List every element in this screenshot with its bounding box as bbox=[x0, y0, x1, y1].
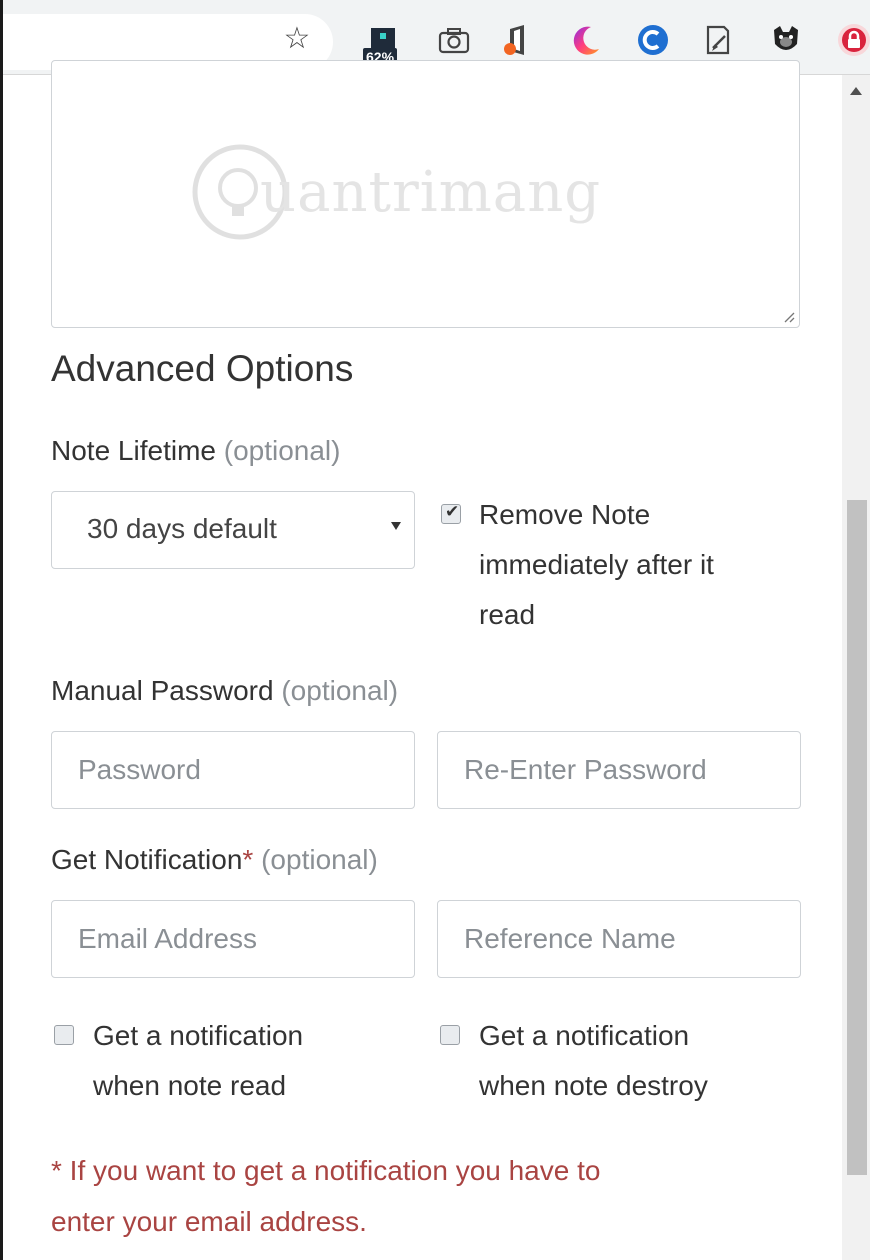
watermark-text: uantrimang bbox=[260, 160, 602, 225]
notify-destroy-label: Get a notification when note destroy bbox=[479, 1020, 708, 1101]
password-input[interactable] bbox=[51, 731, 415, 809]
badger-icon[interactable] bbox=[768, 22, 804, 58]
get-notification-label: Get Notification* (optional) bbox=[51, 844, 378, 875]
note-edit-icon[interactable] bbox=[701, 22, 737, 58]
page-scrollbar[interactable] bbox=[842, 75, 870, 1260]
section-heading: Advanced Options bbox=[51, 348, 354, 389]
notify-read-label: Get a notification when note read bbox=[93, 1020, 304, 1101]
scroll-up-arrow-icon[interactable] bbox=[850, 87, 862, 95]
resize-grip-icon[interactable] bbox=[781, 309, 795, 323]
reference-name-input[interactable] bbox=[437, 900, 801, 978]
dropdown-caret-icon bbox=[391, 522, 401, 530]
notify-destroy-checkbox[interactable] bbox=[440, 1025, 460, 1045]
note-lifetime-select[interactable]: 30 days default bbox=[51, 491, 415, 569]
email-input[interactable] bbox=[51, 900, 415, 978]
reenter-password-input[interactable] bbox=[437, 731, 801, 809]
window-border bbox=[0, 0, 3, 1260]
c-extension-icon[interactable] bbox=[635, 22, 671, 58]
note-lifetime-label: Note Lifetime (optional) bbox=[51, 435, 341, 466]
manual-password-label: Manual Password (optional) bbox=[51, 675, 399, 706]
scroll-thumb[interactable] bbox=[847, 500, 867, 1175]
checkmark-icon: ✔ bbox=[445, 502, 460, 522]
select-value: 30 days default bbox=[87, 513, 277, 544]
camera-icon[interactable] bbox=[436, 22, 472, 58]
remove-after-read-checkbox[interactable]: ✔ bbox=[441, 502, 461, 524]
office-icon[interactable] bbox=[499, 22, 535, 58]
watermark-logo: uantrimang bbox=[190, 142, 660, 242]
moon-extension-icon[interactable] bbox=[568, 22, 604, 58]
remove-after-read-label: Remove Note immediately after it read bbox=[479, 499, 714, 630]
notification-warning: * If you want to get a notification you … bbox=[51, 1155, 601, 1237]
notify-read-checkbox[interactable] bbox=[54, 1025, 74, 1045]
bookmark-star-icon[interactable]: ☆ bbox=[279, 20, 315, 56]
lock-extension-icon[interactable] bbox=[835, 22, 870, 58]
